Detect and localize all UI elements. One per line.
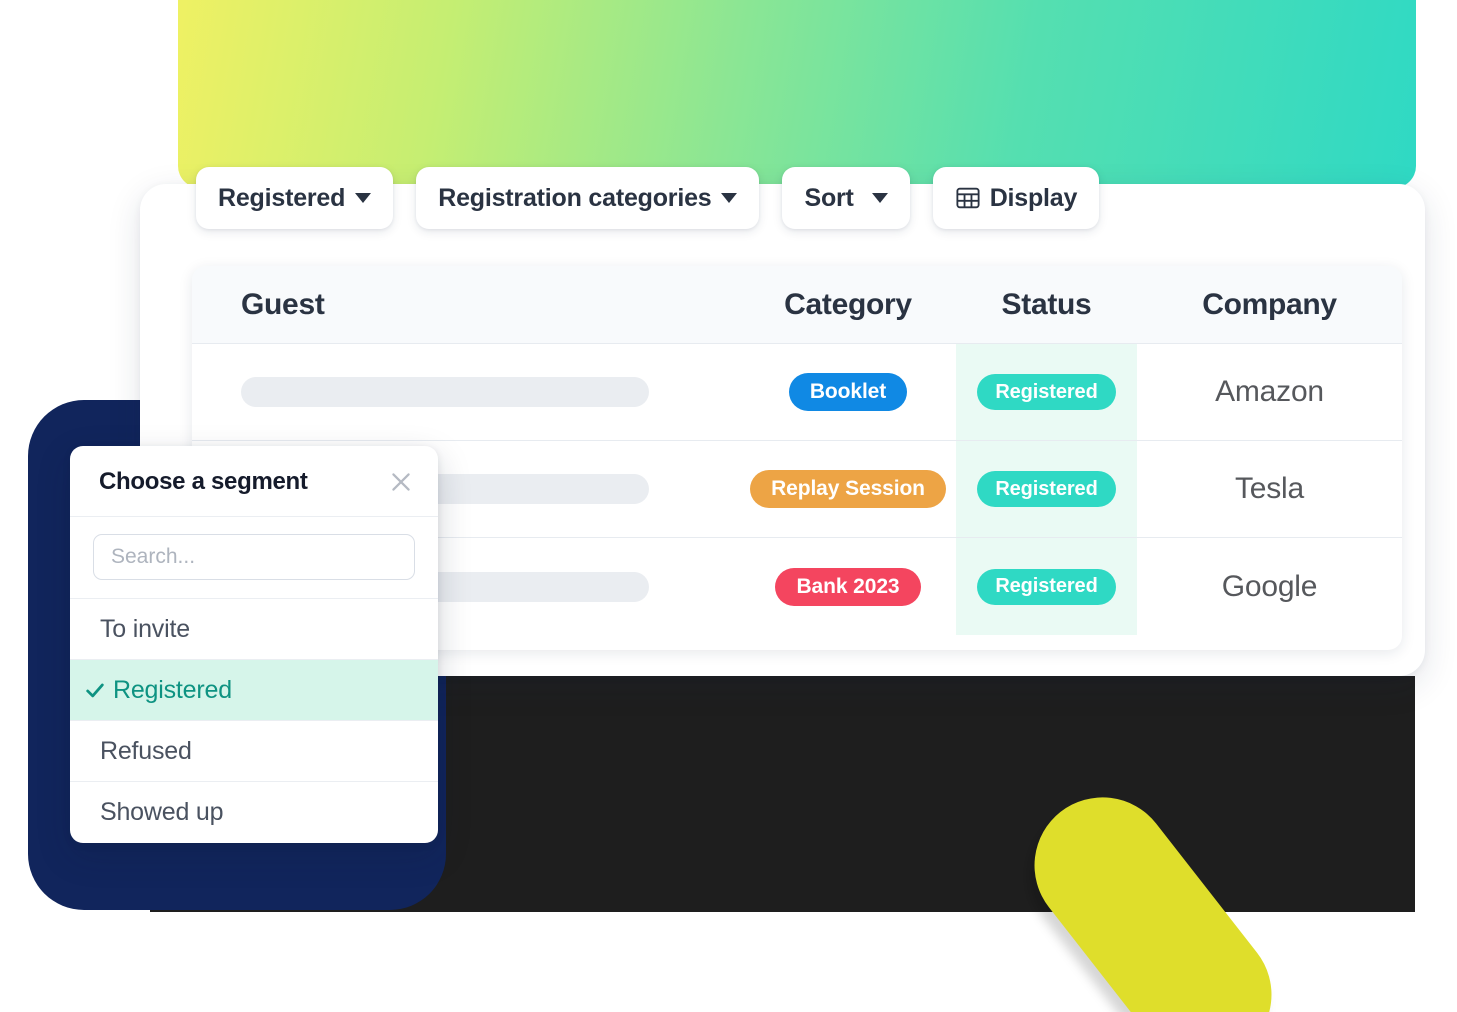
status-cell: Registered bbox=[956, 441, 1137, 537]
display-label: Display bbox=[989, 183, 1078, 212]
category-cell: Replay Session bbox=[740, 441, 956, 537]
company-cell: Tesla bbox=[1137, 441, 1402, 537]
table-header-row: Guest Category Status Company bbox=[192, 266, 1402, 344]
screenshot-stage: Registered Registration categories Sort … bbox=[0, 0, 1457, 1012]
status-cell: Registered bbox=[956, 344, 1137, 440]
registered-filter-label: Registered bbox=[218, 183, 346, 212]
segment-option-to-invite[interactable]: To invite bbox=[70, 599, 438, 660]
company-name: Tesla bbox=[1234, 472, 1305, 505]
sort-button[interactable]: Sort bbox=[782, 167, 910, 229]
guest-name-placeholder bbox=[241, 377, 649, 407]
table-grid-icon bbox=[955, 185, 981, 211]
category-cell: Booklet bbox=[740, 344, 956, 440]
check-icon bbox=[84, 679, 106, 701]
search-input[interactable] bbox=[93, 534, 415, 580]
company-name: Amazon bbox=[1215, 375, 1324, 408]
segment-panel-title: Choose a segment bbox=[99, 468, 308, 495]
close-icon[interactable] bbox=[388, 469, 414, 495]
company-cell: Google bbox=[1137, 538, 1402, 635]
company-cell: Amazon bbox=[1137, 344, 1402, 440]
category-cell: Bank 2023 bbox=[740, 538, 956, 635]
status-badge[interactable]: Registered bbox=[977, 568, 1116, 605]
status-cell: Registered bbox=[956, 538, 1137, 635]
status-badge[interactable]: Registered bbox=[977, 471, 1116, 507]
segment-panel-header: Choose a segment bbox=[70, 446, 438, 517]
filter-toolbar: Registered Registration categories Sort … bbox=[196, 167, 1100, 229]
chevron-down-icon bbox=[871, 193, 888, 203]
segment-option-label: Refused bbox=[100, 736, 192, 765]
column-header-status[interactable]: Status bbox=[956, 288, 1137, 322]
segment-option-label: To invite bbox=[100, 614, 190, 643]
company-name: Google bbox=[1221, 569, 1318, 603]
segment-option-label: Registered bbox=[113, 675, 232, 704]
registration-categories-filter-button[interactable]: Registration categories bbox=[416, 167, 760, 229]
sort-label: Sort bbox=[804, 183, 854, 212]
segment-option-refused[interactable]: Refused bbox=[70, 721, 438, 782]
gradient-banner bbox=[178, 0, 1416, 188]
registered-filter-button[interactable]: Registered bbox=[196, 167, 394, 229]
chevron-down-icon bbox=[355, 193, 372, 203]
display-button[interactable]: Display bbox=[932, 167, 1100, 229]
column-header-guest[interactable]: Guest bbox=[192, 288, 740, 322]
table-row[interactable]: Booklet Registered Amazon bbox=[192, 344, 1402, 441]
segment-option-showed-up[interactable]: Showed up bbox=[70, 782, 438, 843]
column-header-company[interactable]: Company bbox=[1137, 288, 1402, 322]
category-badge[interactable]: Bank 2023 bbox=[775, 567, 921, 606]
guest-cell bbox=[192, 344, 740, 440]
segment-option-label: Showed up bbox=[100, 798, 224, 826]
column-header-category[interactable]: Category bbox=[740, 288, 956, 322]
registration-categories-label: Registration categories bbox=[438, 183, 712, 212]
status-badge[interactable]: Registered bbox=[977, 374, 1116, 410]
chevron-down-icon bbox=[721, 193, 738, 203]
choose-segment-panel: Choose a segment To invite Registered bbox=[70, 446, 438, 843]
segment-search-area bbox=[70, 517, 438, 599]
segment-option-registered[interactable]: Registered bbox=[70, 660, 438, 721]
category-badge[interactable]: Booklet bbox=[788, 373, 908, 411]
category-badge[interactable]: Replay Session bbox=[750, 470, 946, 508]
